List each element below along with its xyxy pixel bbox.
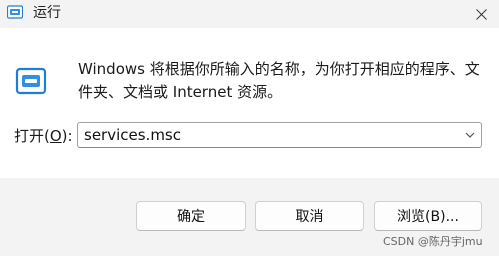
open-label-accesskey: O [49,127,62,145]
ok-button[interactable]: 确定 [136,201,246,231]
chevron-down-icon[interactable] [465,131,475,139]
run-app-icon [15,67,47,95]
open-label-prefix: 打开( [14,127,50,145]
run-icon [7,5,23,19]
watermark: CSDN @陈丹宇jmu [383,235,483,248]
run-dialog: 运行 Windows 将根据你所输入的名称，为你打开相应的程序、文件夹、文档或 … [0,0,499,256]
dialog-description: Windows 将根据你所输入的名称，为你打开相应的程序、文件夹、文档或 Int… [78,60,480,101]
close-icon [475,8,487,20]
open-command-input[interactable]: services.msc [84,125,181,145]
title-bar[interactable]: 运行 [0,0,499,28]
open-command-combobox[interactable]: services.msc [77,122,482,148]
dialog-content: Windows 将根据你所输入的名称，为你打开相应的程序、文件夹、文档或 Int… [0,28,499,178]
close-button[interactable] [463,0,499,28]
browse-button[interactable]: 浏览(B)... [374,201,482,231]
open-label-suffix: ): [61,127,73,145]
window-title: 运行 [33,5,61,21]
open-label: 打开(O): [14,126,73,146]
cancel-button[interactable]: 取消 [255,201,364,231]
